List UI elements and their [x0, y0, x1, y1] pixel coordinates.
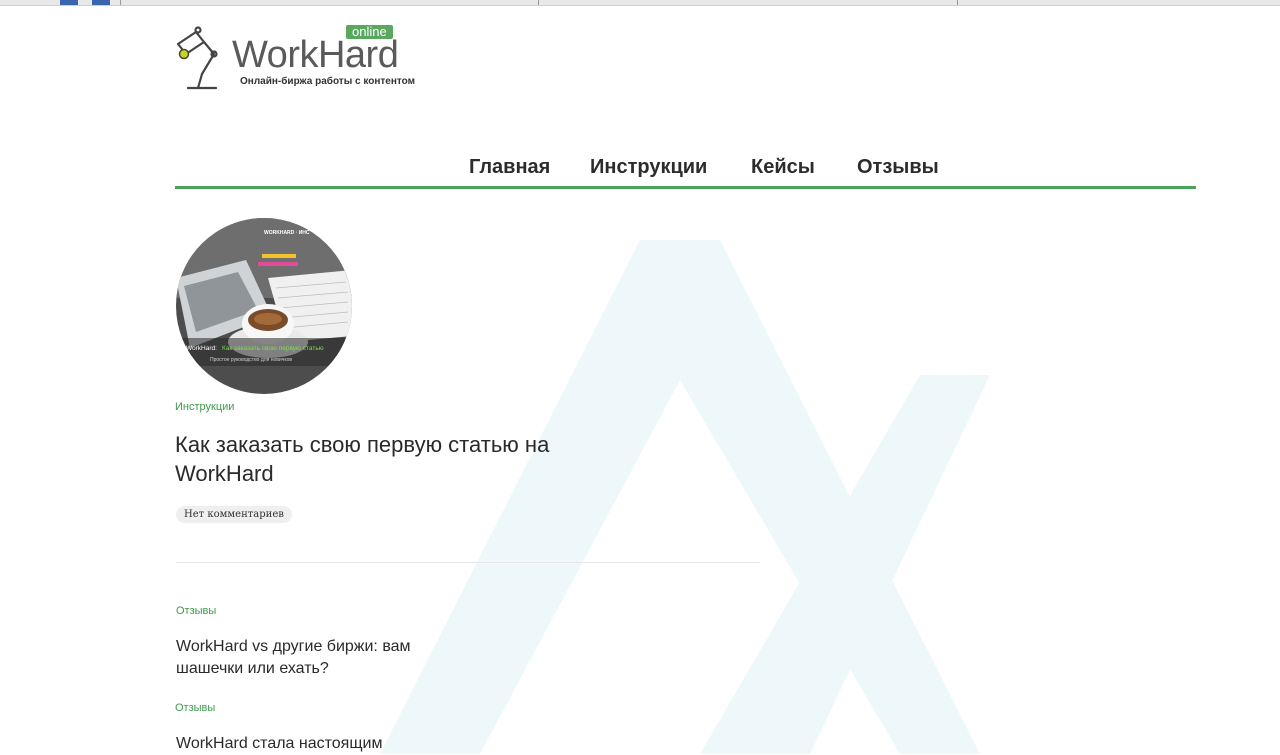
post-category[interactable]: Отзывы: [175, 702, 215, 714]
featured-post-category[interactable]: Инструкции: [175, 401, 234, 413]
toolbar-icon: [60, 0, 78, 5]
featured-post-thumbnail[interactable]: WORKHARD · ИНС WorkHard: Как заказать св…: [176, 218, 352, 394]
divider: [538, 0, 539, 5]
main-navigation: Главная Инструкции Кейсы Отзывы: [175, 152, 1196, 189]
divider: [957, 0, 958, 5]
background-watermark: [380, 240, 990, 754]
browser-top-strip: [0, 0, 1280, 6]
thumbnail-caption-title: Как заказать свою первую статью: [222, 345, 324, 352]
nav-item-cases[interactable]: Кейсы: [751, 156, 815, 179]
post-title[interactable]: WorkHard стала настоящим: [176, 733, 476, 755]
toolbar-icon: [92, 0, 110, 5]
section-divider: [176, 562, 760, 563]
comments-badge[interactable]: Нет комментариев: [176, 506, 292, 523]
logo-tagline: Онлайн-биржа работы с контентом: [240, 76, 416, 87]
logo-online-badge: online: [346, 25, 393, 39]
featured-post-title[interactable]: Как заказать свою первую статью на WorkH…: [175, 430, 575, 488]
thumbnail-caption-sub: Простое руководство для новичков: [210, 357, 292, 363]
nav-item-home[interactable]: Главная: [469, 156, 550, 179]
divider: [120, 0, 121, 5]
logo-wordmark: WorkHard: [232, 34, 399, 76]
desk-lamp-icon: [176, 26, 218, 90]
site-logo[interactable]: WorkHard online Онлайн-биржа работы с ко…: [174, 24, 415, 94]
post-title[interactable]: WorkHard vs другие биржи: вам шашечки ил…: [176, 636, 476, 680]
nav-item-reviews[interactable]: Отзывы: [857, 156, 939, 179]
nav-item-instructions[interactable]: Инструкции: [590, 156, 707, 179]
thumbnail-heading: WORKHARD · ИНС: [264, 230, 310, 236]
thumbnail-caption-prefix: WorkHard:: [186, 345, 217, 352]
post-category[interactable]: Отзывы: [176, 605, 216, 617]
